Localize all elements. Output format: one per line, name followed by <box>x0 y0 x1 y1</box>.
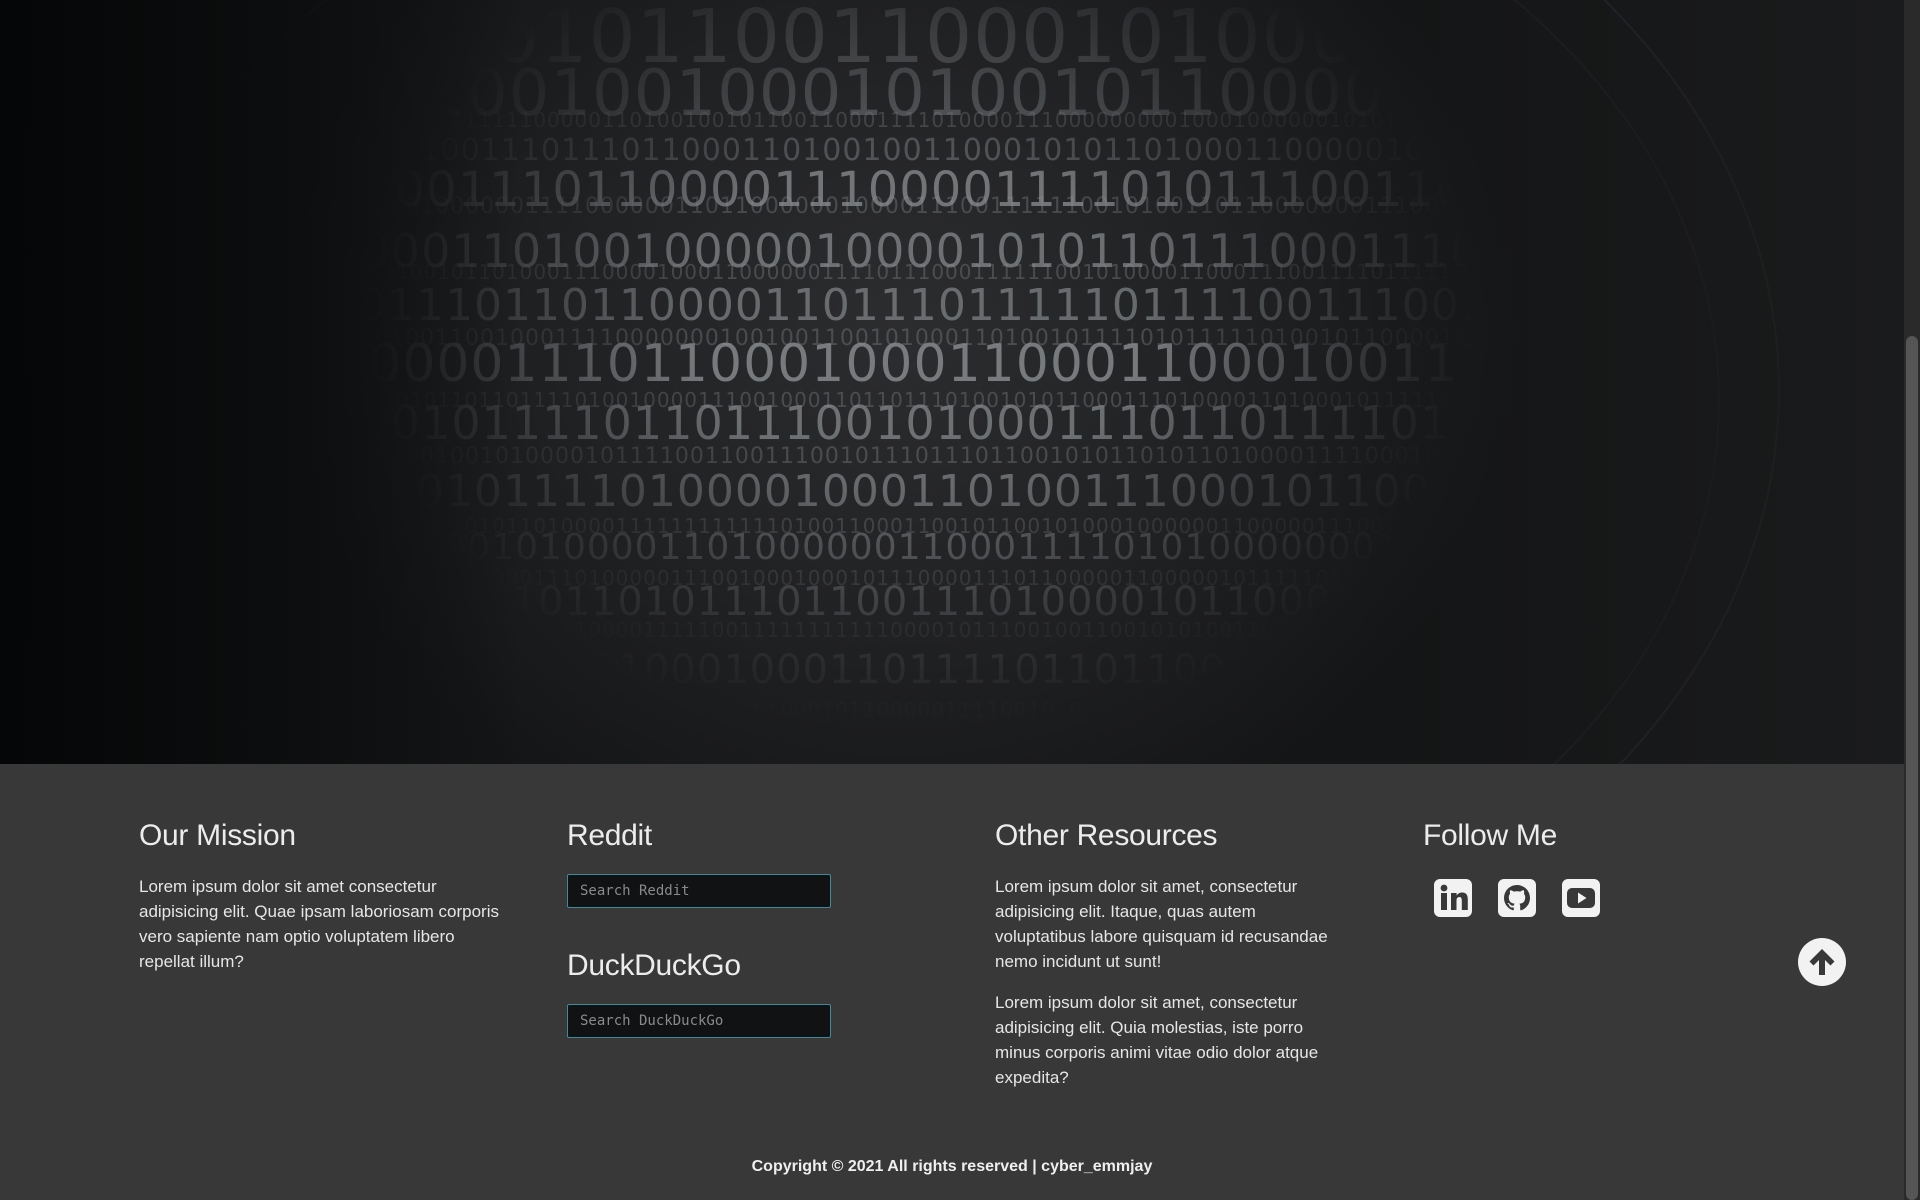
scroll-to-top-button[interactable] <box>1798 938 1846 986</box>
youtube-icon[interactable] <box>1561 878 1601 918</box>
copyright-text: Copyright © 2021 All rights reserved | c… <box>751 1158 1153 1175</box>
reddit-search-input[interactable] <box>567 874 831 908</box>
resources-column: Other Resources Lorem ipsum dolor sit am… <box>995 816 1345 1090</box>
social-links <box>1433 878 1723 918</box>
mission-heading: Our Mission <box>139 819 296 852</box>
resources-paragraph-1: Lorem ipsum dolor sit amet, consectetur … <box>995 877 1328 971</box>
search-column: Reddit DuckDuckGo <box>567 816 867 1038</box>
follow-column: Follow Me <box>1423 816 1723 918</box>
reddit-heading: Reddit <box>567 819 652 852</box>
github-icon[interactable] <box>1497 878 1537 918</box>
linkedin-icon[interactable] <box>1433 878 1473 918</box>
site-footer: Our Mission Lorem ipsum dolor sit amet c… <box>0 764 1904 1200</box>
hero-binary-face-image: 0100010110011000101000110010011001001001… <box>0 0 1904 764</box>
duckduckgo-heading: DuckDuckGo <box>567 949 741 982</box>
hero-shade-right <box>1384 0 1904 764</box>
hero-shade-left <box>0 0 520 764</box>
scrollbar-thumb[interactable] <box>1906 336 1918 1200</box>
resources-paragraph-2: Lorem ipsum dolor sit amet, consectetur … <box>995 993 1319 1087</box>
resources-heading: Other Resources <box>995 819 1218 852</box>
follow-heading: Follow Me <box>1423 819 1557 852</box>
arrow-up-icon <box>1809 949 1835 975</box>
page: 0100010110011000101000110010011001001001… <box>0 0 1920 1200</box>
mission-text: Lorem ipsum dolor sit amet consectetur a… <box>139 877 499 971</box>
mission-column: Our Mission Lorem ipsum dolor sit amet c… <box>139 816 499 974</box>
duckduckgo-search-input[interactable] <box>567 1004 831 1038</box>
